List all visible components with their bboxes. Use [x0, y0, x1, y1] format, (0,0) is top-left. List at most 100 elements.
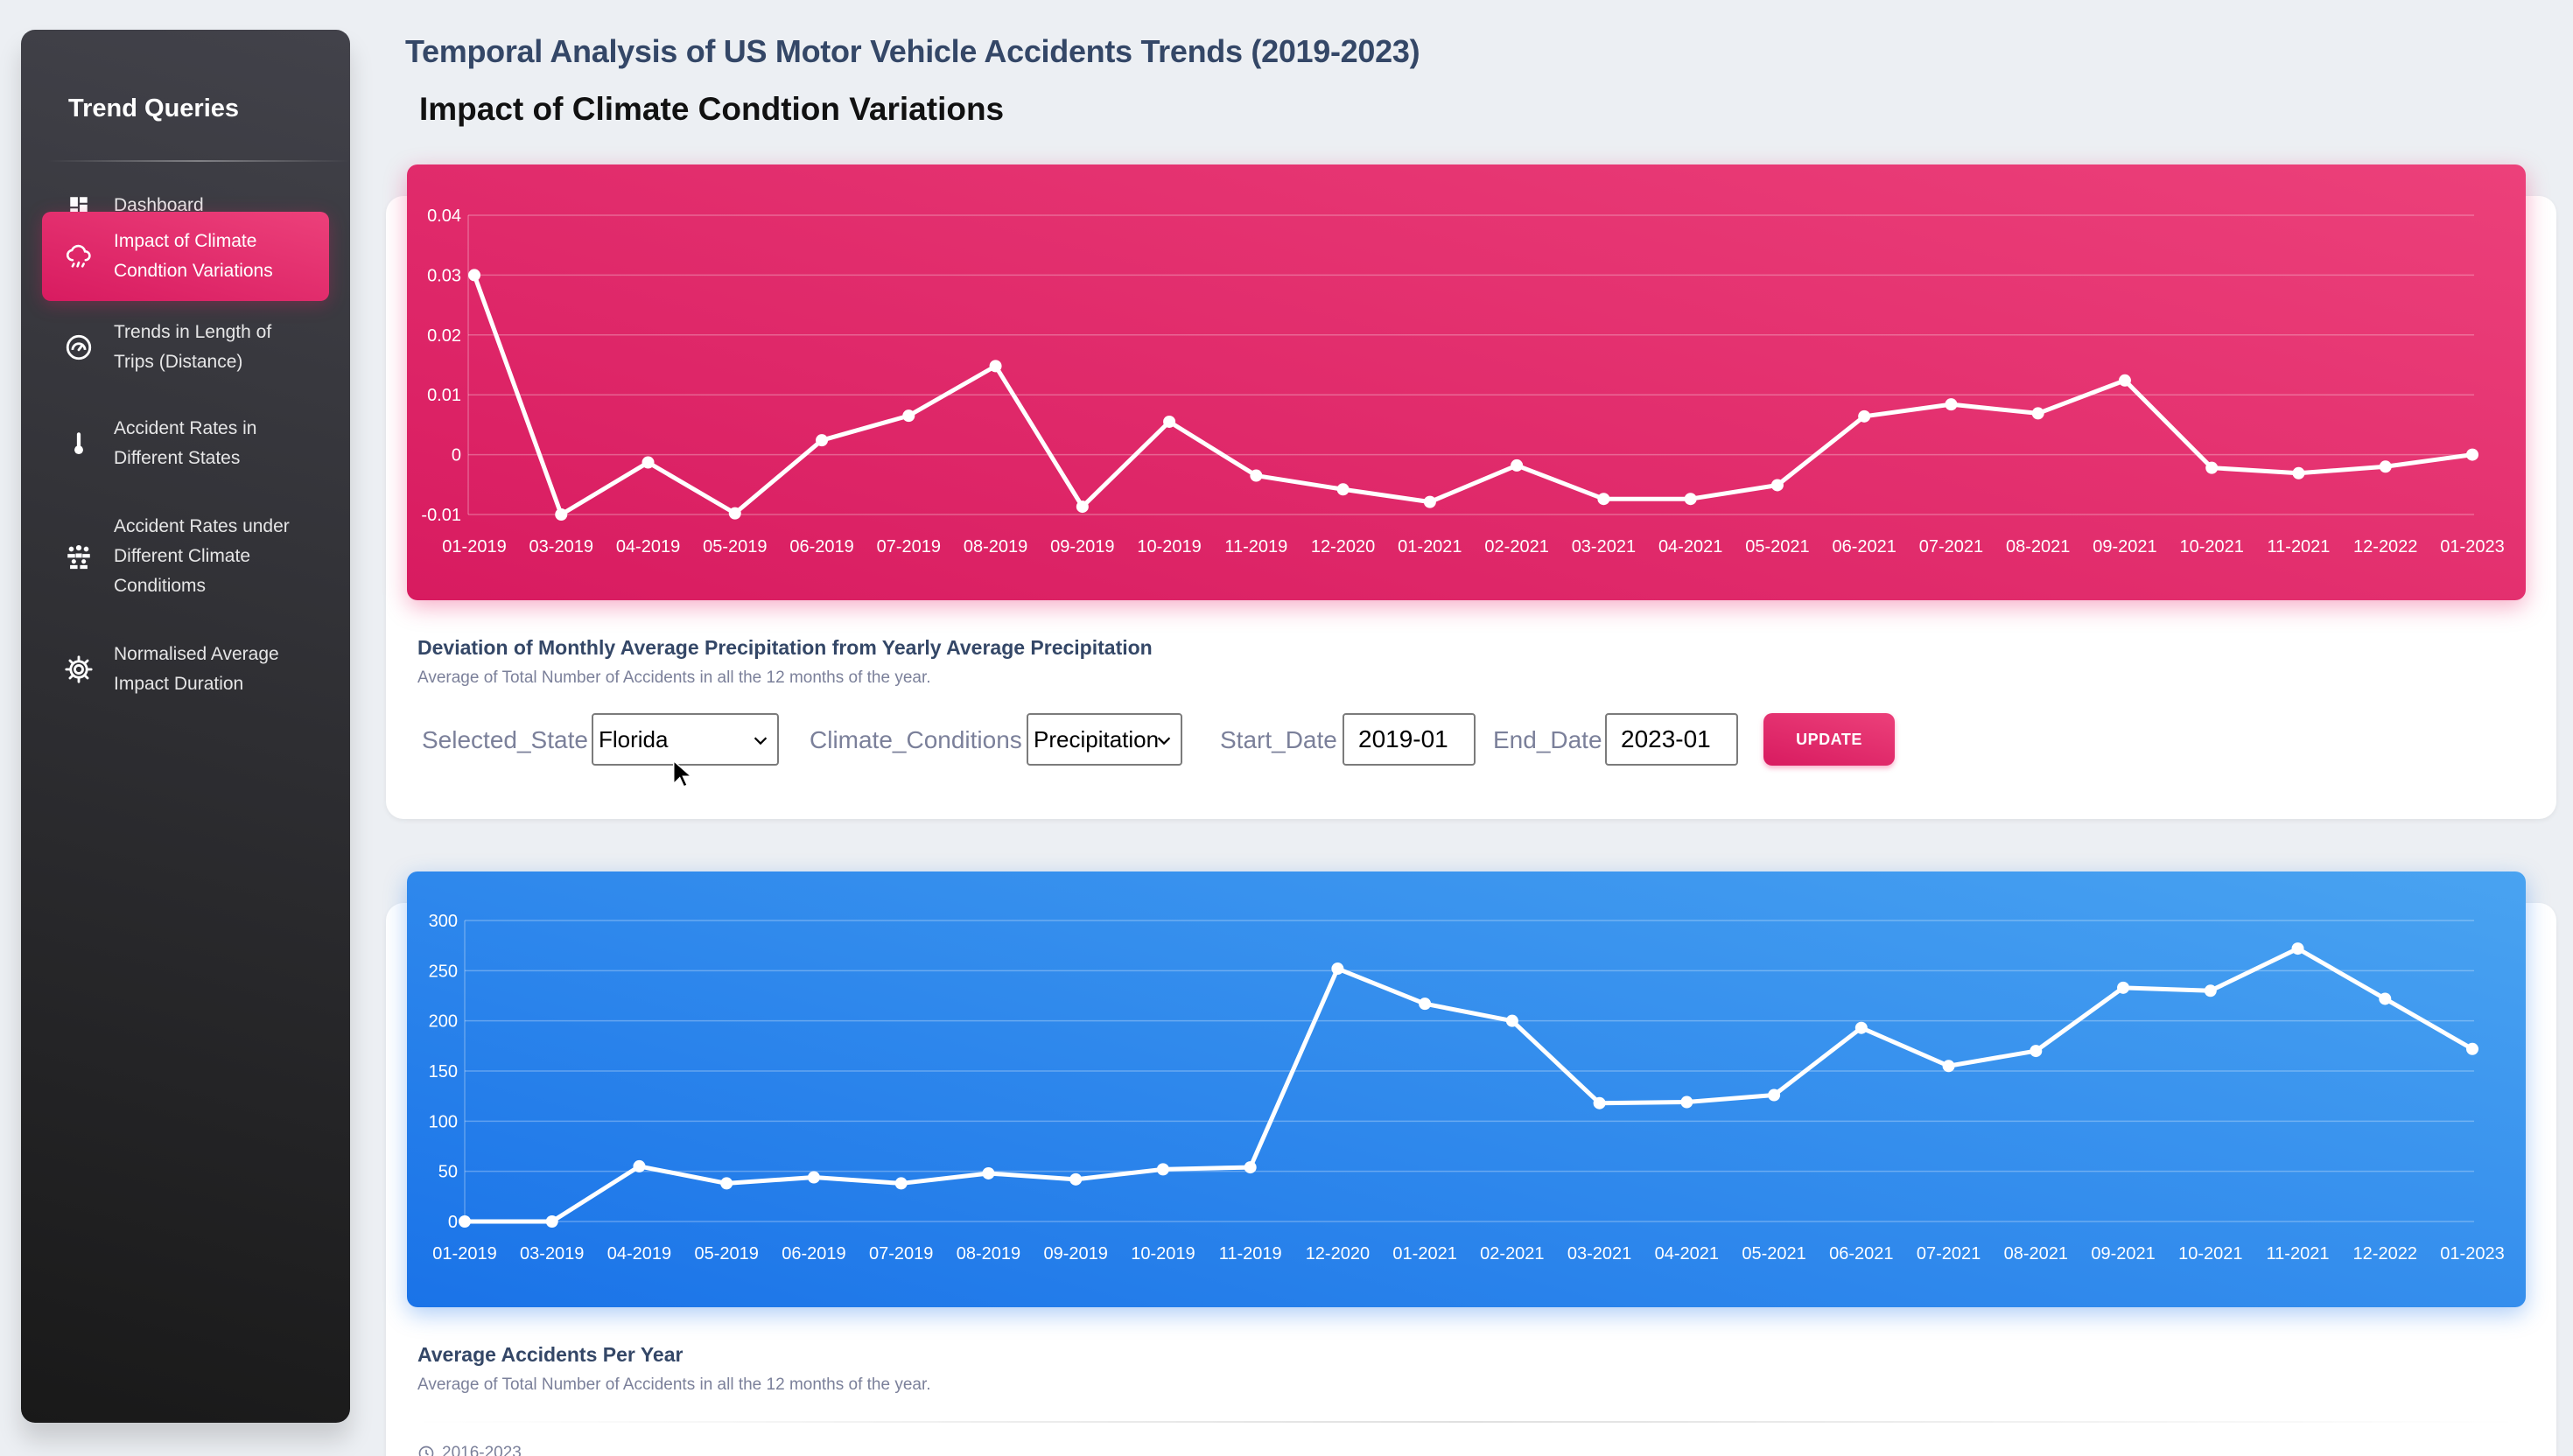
chart1-data-point[interactable] [2466, 1042, 2478, 1055]
end-date-label: End_Date [1493, 726, 1602, 753]
chart1-x-tick-label: 05-2019 [695, 1244, 759, 1264]
chart0-data-point[interactable] [2466, 448, 2478, 461]
chart1-x-tick-label: 01-2023 [2440, 1244, 2504, 1264]
chart1-y-tick-label: 0 [448, 1213, 458, 1232]
precipitation-chart-subtitle: Average of Total Number of Accidents in … [417, 668, 931, 687]
chart0-data-point[interactable] [1336, 483, 1350, 496]
sidebar-item-impact-duration[interactable]: Normalised Average Impact Duration [42, 630, 329, 709]
chart0-x-tick-label: 04-2021 [1658, 537, 1722, 556]
chart1-x-tick-label: 11-2019 [1219, 1244, 1282, 1264]
chart1-data-point[interactable] [1680, 1096, 1693, 1109]
sidebar: Trend Queries Dashboard Impact of Climat… [21, 30, 350, 1423]
chart1-data-point[interactable] [459, 1215, 471, 1228]
chart0-data-point[interactable] [1250, 469, 1263, 482]
chart0-data-point[interactable] [816, 434, 829, 447]
clock-icon [418, 1446, 434, 1456]
chart0-data-point[interactable] [2205, 461, 2219, 474]
chart1-y-tick-label: 300 [429, 912, 458, 931]
start-date-input[interactable]: 2019-01 [1343, 713, 1476, 766]
chart0-y-tick-label: 0 [452, 446, 461, 466]
rain-cloud-icon [61, 239, 96, 274]
chart1-data-point[interactable] [2379, 992, 2392, 1005]
chart0-x-tick-label: 08-2019 [964, 537, 1027, 556]
chart1-x-tick-label: 04-2021 [1655, 1244, 1719, 1264]
chart0-x-tick-label: 11-2019 [1224, 537, 1287, 556]
chart1-x-tick-label: 11-2021 [2267, 1244, 2330, 1264]
chart1-data-point[interactable] [1593, 1096, 1606, 1110]
chart1-data-point[interactable] [1768, 1088, 1781, 1102]
speedometer-icon [61, 330, 96, 365]
chart1-data-point[interactable] [1854, 1021, 1868, 1034]
accidents-chart-svg: 300 250 200 150 100 50 0 01-2019 03-2019 04-2019 0… [429, 912, 2505, 1264]
sidebar-item-trip-length[interactable]: Trends in Length of Trips (Distance) [42, 308, 329, 387]
chart1-data-point[interactable] [807, 1171, 820, 1184]
chart1-x-tick-label: 12-2022 [2353, 1244, 2417, 1264]
chart1-data-point[interactable] [633, 1159, 646, 1172]
chart1-data-point[interactable] [1419, 998, 1432, 1011]
chart0-data-point[interactable] [1597, 493, 1610, 506]
chart1-x-tick-label: 10-2019 [1131, 1244, 1195, 1264]
chart0-x-tick-label: 06-2019 [789, 537, 853, 556]
chart0-data-point[interactable] [1770, 479, 1784, 492]
chart1-data-point[interactable] [1156, 1163, 1169, 1176]
chart1-data-point[interactable] [1244, 1161, 1257, 1174]
sidebar-item-climate-impact[interactable]: Impact of Climate Condtion Variations [42, 212, 329, 301]
chart0-x-tick-label: 03-2019 [529, 537, 593, 556]
chart0-data-point[interactable] [1945, 398, 1958, 411]
chart1-data-point[interactable] [1331, 962, 1344, 976]
chart1-x-tick-label: 01-2021 [1392, 1244, 1456, 1264]
chart0-data-point[interactable] [1511, 458, 1524, 472]
chart0-x-tick-label: 03-2021 [1572, 537, 1636, 556]
chart0-data-point[interactable] [1423, 495, 1436, 508]
chart1-data-point[interactable] [2291, 942, 2304, 956]
thermometer-icon [61, 426, 96, 461]
sidebar-brand[interactable]: Trend Queries [68, 94, 239, 123]
chart0-x-tick-label: 01-2023 [2440, 537, 2504, 556]
chart0-data-point[interactable] [1163, 415, 1176, 428]
chart0-x-tick-label: 07-2021 [1919, 537, 1983, 556]
sidebar-item-climate-rates[interactable]: Accident Rates under Different Climate C… [42, 502, 329, 611]
sidebar-item-label: Normalised Average Impact Duration [114, 644, 279, 694]
state-select[interactable]: Florida [592, 713, 779, 766]
chart0-data-point[interactable] [728, 507, 741, 520]
chart0-data-point[interactable] [641, 456, 655, 469]
chart0-x-tick-label: 06-2021 [1832, 537, 1896, 556]
chart0-data-point[interactable] [1076, 500, 1089, 514]
chart1-data-point[interactable] [1942, 1060, 1955, 1073]
chart0-data-point[interactable] [1684, 493, 1697, 506]
chart0-data-point[interactable] [468, 269, 480, 282]
climate-select[interactable]: Precipitation [1027, 713, 1182, 766]
update-button[interactable]: UPDATE [1763, 713, 1895, 766]
chart0-y-tick-label: 0.04 [427, 206, 461, 226]
chart0-data-point[interactable] [902, 410, 915, 423]
chart1-data-point[interactable] [1069, 1172, 1083, 1186]
sidebar-item-label: Impact of Climate Condtion Variations [114, 231, 273, 281]
chart1-x-tick-label: 10-2021 [2178, 1244, 2242, 1264]
chart0-data-point[interactable] [2292, 466, 2305, 480]
chart0-data-point[interactable] [2031, 407, 2044, 420]
chart0-data-point[interactable] [555, 508, 568, 521]
chart1-data-point[interactable] [1505, 1014, 1518, 1027]
chart0-data-point[interactable] [1858, 410, 1871, 423]
chart0-data-point[interactable] [2379, 460, 2392, 473]
chart1-data-point[interactable] [2204, 984, 2217, 998]
chart1-data-point[interactable] [545, 1215, 558, 1228]
chart1-y-tick-label: 200 [429, 1012, 458, 1032]
chart1-data-point[interactable] [894, 1177, 908, 1190]
climate-select-value: Precipitation [1034, 725, 1160, 752]
chart1-x-tick-label: 06-2019 [782, 1244, 845, 1264]
chart1-data-point[interactable] [982, 1166, 995, 1180]
chart1-data-point[interactable] [2030, 1045, 2043, 1058]
chart0-data-point[interactable] [2118, 374, 2131, 387]
chart0-data-point[interactable] [989, 360, 1002, 373]
chart1-y-tick-label: 250 [429, 962, 458, 981]
chart1-x-tick-label: 03-2021 [1567, 1244, 1631, 1264]
end-date-input[interactable]: 2023-01 [1605, 713, 1738, 766]
chart1-x-tick-label: 09-2021 [2091, 1244, 2155, 1264]
chart1-x-tick-label: 03-2019 [520, 1244, 584, 1264]
sidebar-item-state-rates[interactable]: Accident Rates in Different States [42, 404, 329, 483]
chart1-data-point[interactable] [720, 1177, 733, 1190]
date-range-text: 2016-2023 [442, 1444, 522, 1456]
chart1-data-point[interactable] [2117, 981, 2130, 994]
date-range-note: 2016-2023 [417, 1444, 522, 1456]
